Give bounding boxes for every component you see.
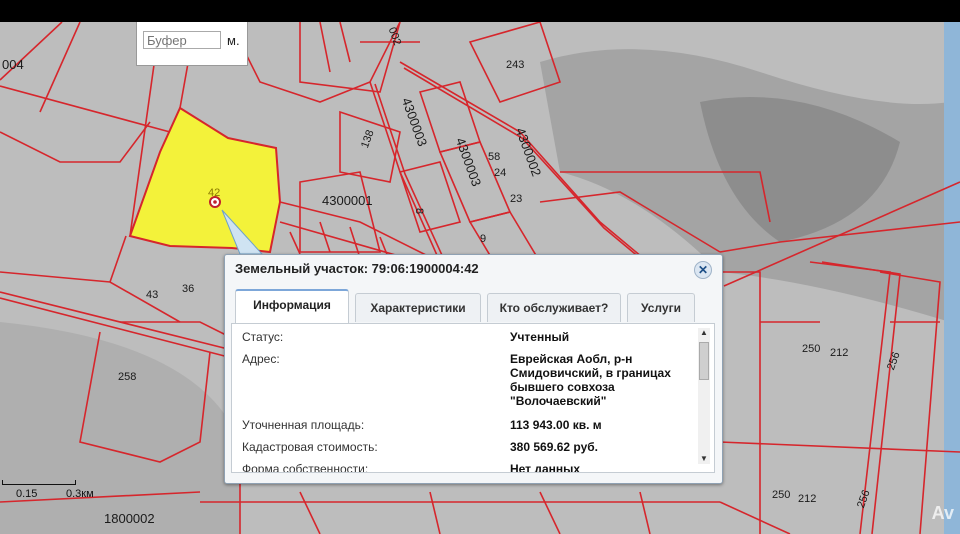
- parcel-label: 58: [488, 151, 501, 163]
- area-value: 113 943.00 кв. м: [510, 418, 602, 432]
- parcel-label: 9: [480, 233, 487, 245]
- popup-title: Земельный участок: 79:06:1900004:42: [235, 261, 479, 276]
- scrollbar[interactable]: ▲ ▼: [698, 328, 710, 464]
- tab-services[interactable]: Услуги: [627, 293, 695, 322]
- parcel-label: 23: [510, 193, 523, 205]
- parcel-label: 250: [772, 489, 791, 501]
- parcel-label: 8: [413, 208, 425, 215]
- address-line: Смидовичский, в границах: [510, 366, 671, 380]
- ownership-label: Форма собственности:: [242, 462, 369, 473]
- scroll-thumb[interactable]: [699, 342, 709, 380]
- buffer-panel: м.: [136, 22, 248, 66]
- ownership-value: Нет данных: [510, 462, 581, 473]
- status-label: Статус:: [242, 330, 284, 344]
- parcel-info-popup: Земельный участок: 79:06:1900004:42 ✕ Ин…: [224, 254, 723, 484]
- scale-bar: 0.15 0.3км: [0, 474, 110, 514]
- parcel-label: 1800002: [104, 511, 155, 526]
- watermark: Av: [931, 503, 954, 523]
- parcel-label: 243: [506, 59, 525, 71]
- tab-info[interactable]: Информация: [235, 289, 349, 324]
- parcel-label: 212: [798, 493, 817, 505]
- tab-characteristics[interactable]: Характеристики: [355, 293, 481, 322]
- parcel-label: 4300001: [322, 193, 373, 208]
- info-panel: Статус: Учтенный Адрес: Еврейская Аобл, …: [231, 323, 715, 473]
- parcel-label: 004: [2, 57, 24, 72]
- cost-label: Кадастровая стоимость:: [242, 440, 378, 454]
- scroll-down-icon[interactable]: ▼: [698, 454, 710, 464]
- scale-label-end: 0.3км: [66, 488, 94, 500]
- status-value: Учтенный: [510, 330, 570, 344]
- address-line: бывшего совхоза: [510, 380, 615, 394]
- parcel-label: 36: [182, 283, 195, 295]
- address-value: Еврейская Аобл, р-н Смидовичский, в гран…: [510, 352, 690, 408]
- buffer-unit: м.: [227, 33, 240, 48]
- tab-bar: Информация Характеристики Кто обслуживае…: [225, 289, 720, 324]
- area-label: Уточненная площадь:: [242, 418, 365, 432]
- parcel-label: 250: [802, 343, 821, 355]
- parcel-label: 24: [494, 167, 507, 179]
- close-icon[interactable]: ✕: [694, 261, 712, 279]
- buffer-input[interactable]: [143, 31, 221, 49]
- scroll-up-icon[interactable]: ▲: [698, 328, 710, 338]
- parcel-label: 43: [146, 289, 159, 301]
- scale-line: [2, 480, 76, 485]
- parcel-label: 212: [830, 347, 849, 359]
- address-line: "Волочаевский": [510, 394, 607, 408]
- parcel-label: 42: [208, 187, 221, 199]
- address-line: Еврейская Аобл, р-н: [510, 352, 633, 366]
- parcel-label: 258: [118, 371, 137, 383]
- cost-value: 380 569.62 руб.: [510, 440, 598, 454]
- tab-who-serves[interactable]: Кто обслуживает?: [487, 293, 621, 322]
- address-label: Адрес:: [242, 352, 280, 366]
- scale-label-mid: 0.15: [16, 488, 38, 500]
- screen: 004 002 243 138 4300003 4300003 4300002 …: [0, 0, 960, 534]
